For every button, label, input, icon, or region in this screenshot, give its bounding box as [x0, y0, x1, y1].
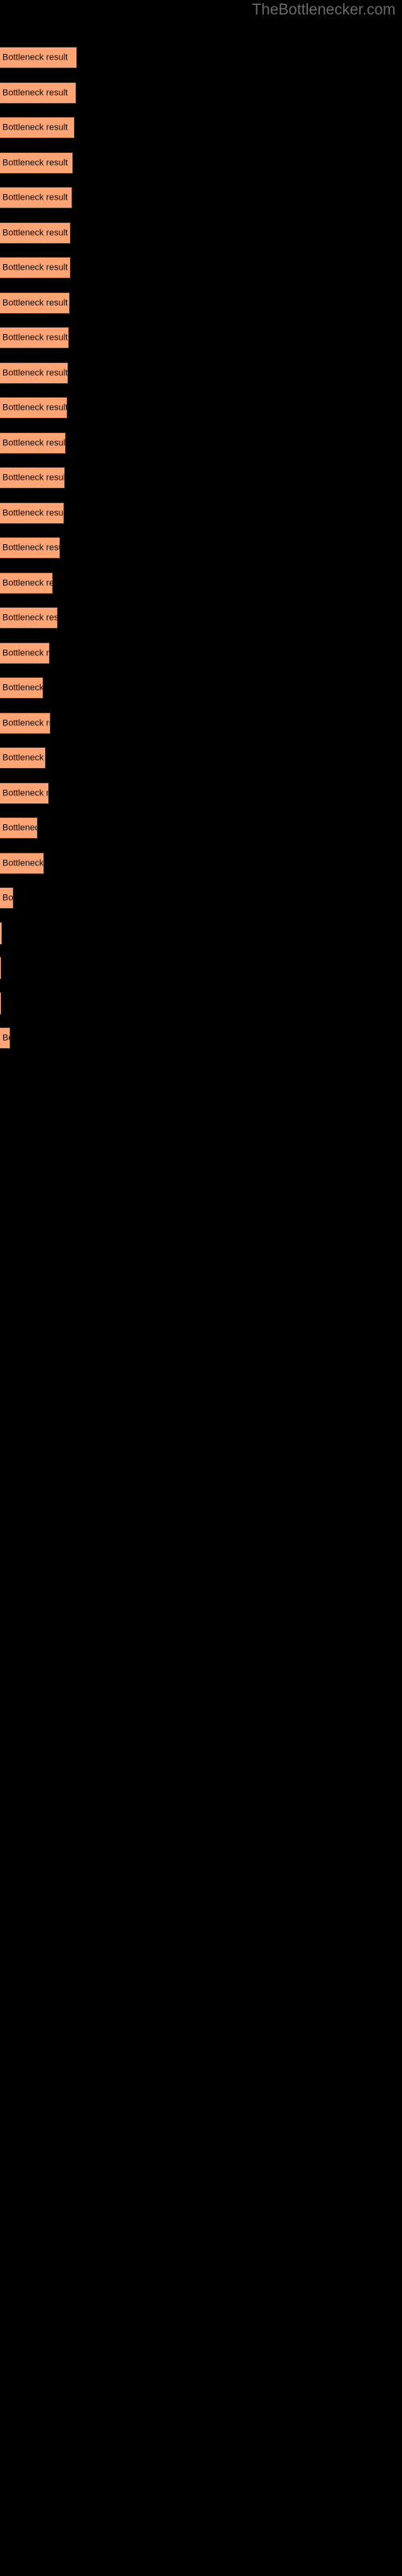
bar-chart-bar[interactable]: Bottleneck result [0, 467, 65, 489]
bar-label: Bottleneck result [2, 368, 68, 378]
bar-label: Bottleneck result [2, 438, 66, 448]
bar-label: Bottleneck result [2, 648, 50, 658]
bar-chart-bar[interactable]: Bottleneck result [0, 327, 69, 349]
bar-label: Bottleneck result [2, 262, 68, 272]
bar-chart-bar[interactable]: Bottleneck result [0, 817, 38, 839]
bar-chart-bar[interactable]: Bottleneck result [0, 362, 68, 384]
bar-chart-bar[interactable]: Bottleneck result [0, 187, 72, 208]
bar-label: Bottleneck result [2, 122, 68, 132]
bar-chart-bar[interactable]: Bottleneck result [0, 852, 44, 874]
bar-chart-bar[interactable]: Bottleneck result [0, 222, 71, 244]
bar-chart-bar[interactable]: Bottleneck result [0, 432, 66, 454]
bar-label: Bottleneck result [2, 1033, 10, 1042]
bar-label: Bottleneck result [2, 228, 68, 237]
bar-chart-bar[interactable]: Bottleneck result [0, 782, 49, 804]
bar-chart-bar[interactable]: Bottleneck result [0, 292, 70, 314]
bar-chart-bar[interactable]: Bottleneck result [0, 1027, 10, 1049]
bar-chart-bar[interactable]: Bottleneck result [0, 152, 73, 174]
bar-label: Bottleneck result [2, 88, 68, 97]
bar-chart-bar[interactable]: Bottleneck result [0, 642, 50, 664]
bar-chart-bar[interactable]: Bottleneck result [0, 257, 71, 279]
bar-chart-bar[interactable]: Bottleneck result [0, 82, 76, 104]
bar-chart-bar[interactable]: Bottleneck result [0, 677, 43, 699]
bar-label: Bottleneck result [2, 683, 43, 692]
bar-label: Bottleneck result [2, 788, 49, 798]
bar-label: Bottleneck result [2, 192, 68, 202]
bar-label: Bottleneck result [2, 473, 65, 482]
bar-chart-bar[interactable]: Bottleneck result [0, 747, 46, 769]
bar-chart-bar[interactable]: Bottleneck result [0, 397, 68, 419]
bar-label: Bottleneck result [2, 718, 50, 728]
bar-label: Bottleneck result [2, 508, 64, 518]
bar-label: Bottleneck result [2, 613, 58, 622]
bar-chart-bar[interactable]: Bottleneck result [0, 502, 64, 524]
bar-chart-bar[interactable]: Bottleneck result [0, 47, 77, 68]
bar-label: Bottleneck result [2, 823, 37, 832]
bar-label: Bottleneck result [2, 858, 44, 868]
bar-label: Bottleneck result [2, 543, 59, 552]
bar-chart-bar[interactable]: Bottleneck result [0, 607, 58, 629]
bar-chart-bar[interactable] [0, 923, 2, 944]
bottleneck-chart-page: TheBottlenecker.com Bottleneck result Bot… [0, 0, 402, 2576]
bar-chart-bar[interactable]: Bottleneck result [0, 537, 60, 559]
bar-label: Bottleneck result [2, 52, 68, 62]
bar-chart-bar[interactable]: Bottleneck result [0, 712, 51, 734]
bar-label: Bottleneck result [2, 332, 68, 342]
bar-chart-bar[interactable]: Bottleneck result [0, 572, 53, 594]
bar-label: Bottleneck result [2, 158, 68, 167]
bar-label: Bottleneck result [2, 893, 14, 902]
bar-label: Bottleneck result [2, 298, 68, 308]
bar-chart-bar[interactable] [0, 957, 1, 979]
bar-label: Bottleneck result [2, 578, 52, 588]
bar-label: Bottleneck result [2, 753, 45, 762]
bar-chart-bar[interactable]: Bottleneck result [0, 117, 75, 138]
bar-label: Bottleneck result [2, 402, 68, 412]
bar-chart-bar[interactable]: Bottleneck result [0, 887, 14, 909]
bar-chart-plot-area: Bottleneck result Bottleneck result Bottle… [0, 0, 402, 2576]
bar-chart-bar[interactable] [0, 993, 1, 1014]
